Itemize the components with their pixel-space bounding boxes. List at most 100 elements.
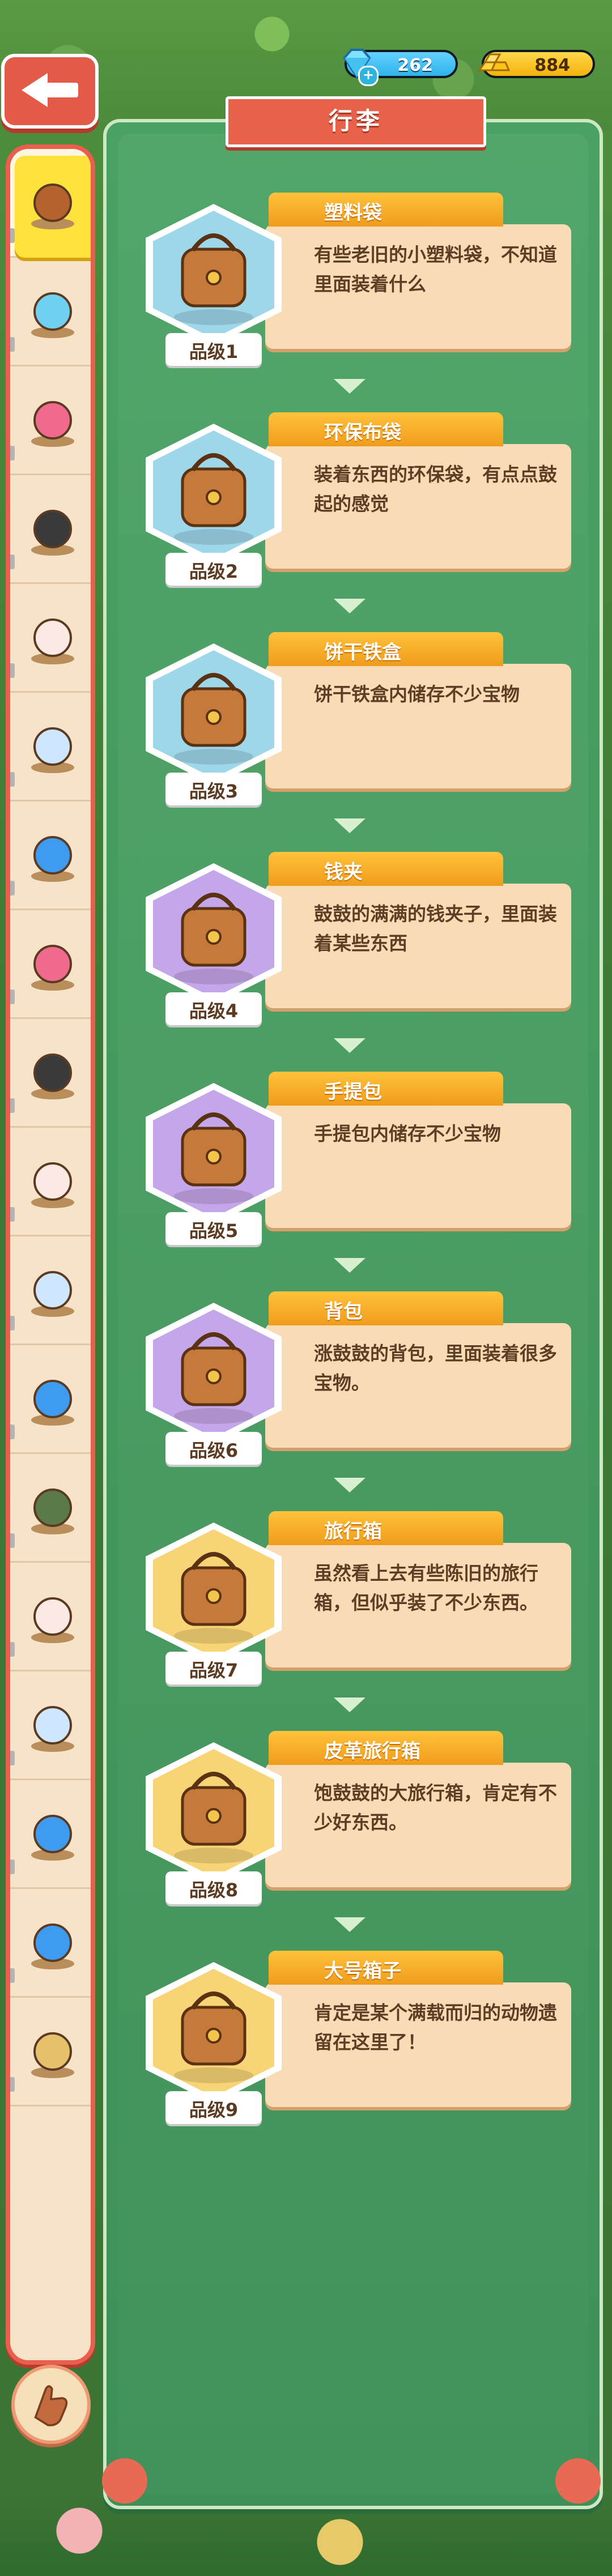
- hand-button[interactable]: [11, 2365, 91, 2444]
- item-card[interactable]: 环保布袋 装着东西的环保袋，有点点鼓起的感觉 品级2: [131, 412, 573, 588]
- hand-icon: [34, 2385, 68, 2426]
- small-leaf-icon: [31, 1489, 74, 1534]
- cookie-tin-icon: [146, 643, 282, 785]
- partial-icon: [31, 2032, 74, 2078]
- gift-box-icon: [31, 1924, 74, 1969]
- name-tab: [269, 852, 503, 886]
- item-description: 手提包内储存不少宝物: [314, 1123, 501, 1145]
- sidebar-item-8[interactable]: [10, 910, 91, 1019]
- gold-bars-icon: [478, 53, 511, 71]
- item-level: 品级8: [189, 1879, 239, 1901]
- sidebar-pin: [10, 1860, 15, 1874]
- panel-corner-right: [555, 2458, 601, 2504]
- sidebar-item-18[interactable]: [10, 1998, 91, 2106]
- down-chevron-icon: [334, 1917, 366, 1932]
- item-name: 手提包: [324, 1081, 382, 1103]
- sidebar-item-5[interactable]: [10, 584, 91, 693]
- sidebar-pin: [10, 337, 15, 352]
- down-chevron-icon: [334, 1258, 366, 1273]
- item-card[interactable]: 手提包 手提包内储存不少宝物 品级5: [131, 1072, 573, 1247]
- item-name: 饼干铁盒: [324, 641, 401, 664]
- sidebar-item-9[interactable]: [10, 1019, 91, 1128]
- item-card[interactable]: 皮革旅行箱 饱鼓鼓的大旅行箱，肯定有不少好东西。 品级8: [131, 1731, 573, 1907]
- sidebar-pin: [10, 446, 15, 460]
- item-description: 饱鼓鼓的大旅行箱，肯定有不少好东西。: [314, 1782, 557, 1833]
- item-level: 品级6: [189, 1440, 239, 1461]
- item-name: 塑料袋: [324, 202, 382, 224]
- sidebar-item-1[interactable]: [10, 149, 91, 258]
- sidebar-item-3[interactable]: [10, 366, 91, 475]
- cat-figure-icon: [31, 1597, 74, 1643]
- sidebar-pin: [10, 1751, 15, 1765]
- bag-icon: [31, 184, 74, 229]
- back-arrow-icon: [22, 73, 78, 107]
- item-card[interactable]: 背包 涨鼓鼓的背包，里面装着很多宝物。 品级6: [131, 1291, 573, 1467]
- cat-figure-icon: [31, 619, 74, 664]
- item-card[interactable]: 旅行箱 虽然看上去有些陈旧的旅行箱，但似乎装了不少东西。 品级7: [131, 1511, 573, 1687]
- sidebar-item-10[interactable]: [10, 1128, 91, 1236]
- item-card[interactable]: 饼干铁盒 饼干铁盒内储存不少宝物 品级3: [131, 632, 573, 808]
- item-card[interactable]: 钱夹 鼓鼓的满满的钱夹子，里面装着某些东西 品级4: [131, 852, 573, 1027]
- gold-count: 884: [534, 56, 570, 75]
- sidebar-pin: [10, 881, 15, 895]
- item-description: 涨鼓鼓的背包，里面装着很多宝物。: [314, 1342, 557, 1394]
- handbag-icon: [146, 1083, 282, 1225]
- item-card[interactable]: 塑料袋 有些老旧的小塑料袋，不知道里面装着什么 品级1: [131, 193, 573, 368]
- down-chevron-icon: [334, 1478, 366, 1492]
- pink-star-icon: [31, 401, 74, 447]
- item-description: 鼓鼓的满满的钱夹子，里面装着某些东西: [314, 903, 557, 954]
- sidebar-pin: [10, 1533, 15, 1548]
- suitcase-icon: [146, 1522, 282, 1664]
- blue-star-icon: [31, 292, 74, 338]
- item-name: 大号箱子: [324, 1960, 401, 1982]
- sidebar-item-12[interactable]: [10, 1345, 91, 1454]
- snow-globe-icon: [31, 1706, 74, 1752]
- down-chevron-icon: [334, 599, 366, 613]
- sidebar-item-17[interactable]: [10, 1889, 91, 1998]
- gem-count: 262: [397, 56, 433, 75]
- sidebar-pin: [10, 228, 15, 243]
- item-description: 肯定是某个满载而归的动物遗留在这里了！: [314, 2002, 557, 2053]
- item-level: 品级3: [189, 781, 239, 802]
- snow-globe-icon: [31, 1271, 74, 1317]
- gift-box-icon: [31, 1380, 74, 1426]
- sidebar-item-2[interactable]: [10, 258, 91, 366]
- sidebar-item-14[interactable]: [10, 1563, 91, 1671]
- gift-box-icon: [31, 1815, 74, 1861]
- sidebar-item-16[interactable]: [10, 1780, 91, 1889]
- sidebar-pin: [10, 1968, 15, 1983]
- cat-figure-icon: [31, 1162, 74, 1208]
- sidebar-item-6[interactable]: [10, 693, 91, 801]
- snow-globe-icon: [31, 727, 74, 773]
- sidebar-item-13[interactable]: [10, 1454, 91, 1563]
- leather-trunk-icon: [146, 1742, 282, 1884]
- item-description: 饼干铁盒内储存不少宝物: [314, 683, 520, 705]
- sidebar-pin: [10, 990, 15, 1004]
- name-tab: [269, 1511, 503, 1545]
- sidebar-item-7[interactable]: [10, 801, 91, 910]
- tote-bag-icon: [146, 424, 282, 565]
- sidebar-item-11[interactable]: [10, 1236, 91, 1345]
- gem-counter[interactable]: + 262: [343, 49, 458, 86]
- down-chevron-icon: [334, 1698, 366, 1712]
- add-gems-icon[interactable]: +: [358, 66, 379, 86]
- item-card[interactable]: 大号箱子 肯定是某个满载而归的动物遗留在这里了！ 品级9: [131, 1951, 573, 2126]
- item-description: 虽然看上去有些陈旧的旅行箱，但似乎装了不少东西。: [314, 1562, 538, 1614]
- item-name: 旅行箱: [324, 1520, 382, 1543]
- panel-title: 行李: [328, 107, 383, 135]
- coin-purse-icon: [146, 863, 282, 1005]
- sidebar-pin: [10, 1642, 15, 1657]
- sidebar-item-4[interactable]: [10, 475, 91, 584]
- gold-counter[interactable]: 884: [478, 50, 595, 78]
- back-button[interactable]: [1, 54, 99, 129]
- sidebar-pin: [10, 1098, 15, 1113]
- sidebar-pin: [10, 772, 15, 787]
- plastic-bag-icon: [146, 204, 282, 346]
- item-level: 品级9: [189, 2099, 239, 2121]
- name-tab: [269, 1072, 503, 1106]
- item-description: 有些老旧的小塑料袋，不知道里面装着什么: [314, 244, 557, 295]
- sidebar-item-15[interactable]: [10, 1671, 91, 1780]
- category-sidebar[interactable]: [6, 144, 95, 2365]
- sidebar-pin: [10, 555, 15, 569]
- name-tab: [269, 1291, 503, 1325]
